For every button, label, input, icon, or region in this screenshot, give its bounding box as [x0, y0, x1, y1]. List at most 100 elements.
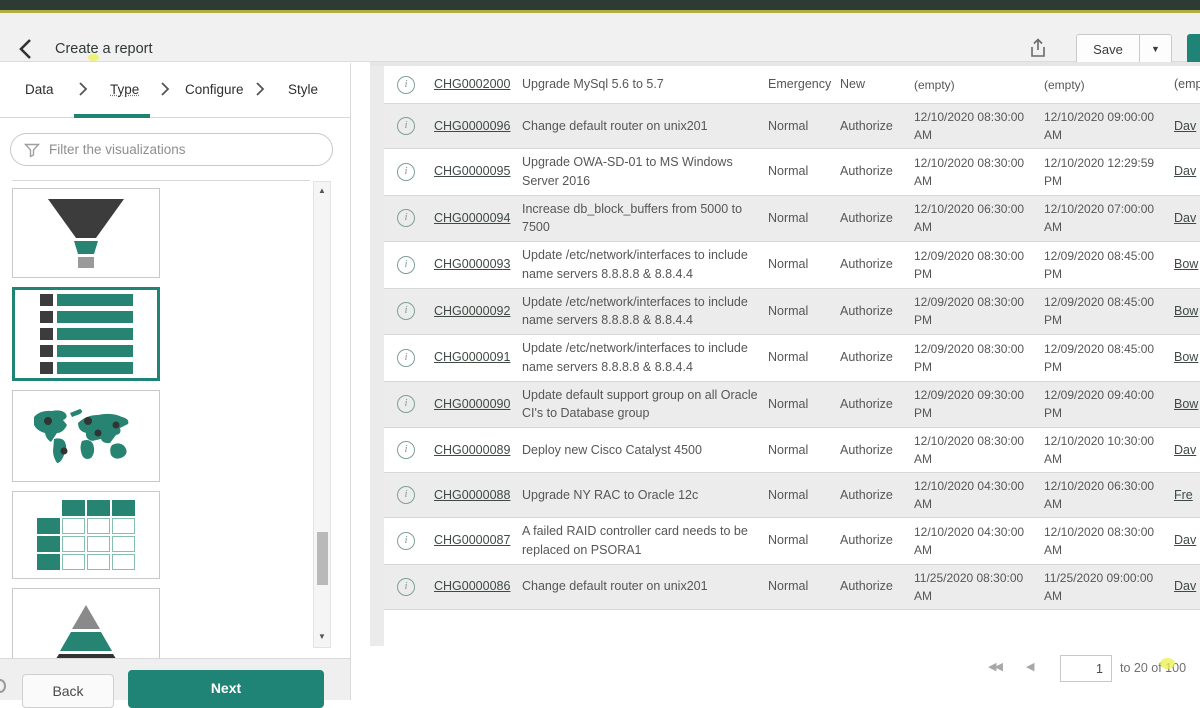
table-row: i CHG0000089 Deploy new Cisco Catalyst 4…	[384, 428, 1200, 473]
planned-end-cell: 12/09/2020 08:45:00 PM	[1044, 293, 1174, 329]
assigned-to-link[interactable]: Fre	[1174, 488, 1193, 502]
assigned-to-link[interactable]: Dav	[1174, 443, 1196, 457]
table-row: i CHG0000095 Upgrade OWA-SD-01 to MS Win…	[384, 149, 1200, 196]
pyramid-chart-icon	[38, 603, 134, 659]
visualization-list	[0, 180, 312, 658]
planned-start-cell: 12/09/2020 08:30:00 PM	[914, 340, 1044, 376]
info-icon[interactable]: i	[397, 578, 415, 596]
back-chevron-icon[interactable]	[16, 37, 38, 61]
heatmap-chart-icon	[37, 500, 135, 570]
chevron-right-icon	[255, 81, 265, 97]
table-pagination: ◀◀ ◀ to 20 of 100	[384, 652, 1190, 686]
step-configure[interactable]: Configure	[185, 82, 244, 97]
info-icon[interactable]: i	[397, 441, 415, 459]
change-number-link[interactable]: CHG0000087	[434, 533, 510, 547]
table-row: i CHG0000090 Update default support grou…	[384, 382, 1200, 429]
info-icon[interactable]: i	[397, 209, 415, 227]
info-icon[interactable]: i	[397, 302, 415, 320]
change-number-link[interactable]: CHG0000090	[434, 397, 510, 411]
assigned-to-link[interactable]: Dav	[1174, 211, 1196, 225]
assigned-to-link[interactable]: Dav	[1174, 119, 1196, 133]
planned-end-cell: 12/09/2020 08:45:00 PM	[1044, 247, 1174, 283]
change-number-link[interactable]: CHG0000096	[434, 119, 510, 133]
first-page-icon[interactable]: ◀◀	[988, 660, 1001, 673]
assigned-to-link[interactable]: Bow	[1174, 257, 1198, 271]
info-icon[interactable]: i	[397, 256, 415, 274]
planned-end-cell: 12/10/2020 12:29:59 PM	[1044, 154, 1174, 190]
planned-start-cell: (empty)	[914, 76, 1044, 94]
short-description-cell: Upgrade MySql 5.6 to 5.7	[522, 75, 768, 94]
viz-list-scrollbar[interactable]: ▲ ▼	[313, 181, 331, 648]
state-cell: New	[840, 75, 914, 94]
table-row: i CHG0000096 Change default router on un…	[384, 104, 1200, 149]
partial-primary-button[interactable]	[1187, 34, 1200, 65]
scrollbar-thumb[interactable]	[317, 532, 328, 585]
chevron-right-icon	[78, 81, 88, 97]
change-number-link[interactable]: CHG0000089	[434, 443, 510, 457]
assigned-to-link[interactable]: Dav	[1174, 579, 1196, 593]
active-step-indicator	[74, 114, 150, 118]
change-number-link[interactable]: CHG0000095	[434, 164, 510, 178]
viz-thumbnail-world-map-chart[interactable]	[12, 390, 160, 482]
short-description-cell: Upgrade OWA-SD-01 to MS Windows Server 2…	[522, 153, 768, 191]
viz-thumbnail-pyramid-chart[interactable]	[12, 588, 160, 658]
step-style[interactable]: Style	[288, 82, 318, 97]
partial-edge-icon	[0, 679, 6, 693]
step-data[interactable]: Data	[25, 82, 54, 97]
next-button[interactable]: Next	[128, 670, 324, 708]
assigned-to-link[interactable]: Bow	[1174, 397, 1198, 411]
state-cell: Authorize	[840, 348, 914, 367]
state-cell: Authorize	[840, 302, 914, 321]
state-cell: Authorize	[840, 531, 914, 550]
back-button[interactable]: Back	[22, 674, 114, 708]
change-number-link[interactable]: CHG0002000	[434, 77, 510, 91]
page-number-input[interactable]	[1060, 655, 1112, 682]
app-header: Create a report Save ▼	[0, 13, 1200, 62]
change-number-link[interactable]: CHG0000091	[434, 350, 510, 364]
info-icon[interactable]: i	[397, 117, 415, 135]
share-icon[interactable]	[1026, 37, 1050, 61]
short-description-cell: Increase db_block_buffers from 5000 to 7…	[522, 200, 768, 238]
info-icon[interactable]: i	[397, 163, 415, 181]
short-description-cell: Update /etc/network/interfaces to includ…	[522, 293, 768, 331]
step-type[interactable]: Type	[110, 82, 139, 97]
viz-thumbnail-list-chart[interactable]	[12, 287, 160, 381]
info-icon[interactable]: i	[397, 395, 415, 413]
planned-start-cell: 12/10/2020 04:30:00 AM	[914, 523, 1044, 559]
short-description-cell: A failed RAID controller card needs to b…	[522, 522, 768, 560]
info-icon[interactable]: i	[397, 486, 415, 504]
assigned-to-link[interactable]: Dav	[1174, 533, 1196, 547]
info-icon[interactable]: i	[397, 349, 415, 367]
change-request-table: i CHG0002000 Upgrade MySql 5.6 to 5.7 Em…	[384, 66, 1200, 610]
viz-thumbnail-funnel-chart[interactable]	[12, 188, 160, 278]
change-number-link[interactable]: CHG0000086	[434, 579, 510, 593]
assigned-to-link[interactable]: Bow	[1174, 304, 1198, 318]
planned-start-cell: 12/10/2020 08:30:00 AM	[914, 432, 1044, 468]
funnel-chart-icon	[38, 196, 134, 270]
caret-down-icon: ▼	[1151, 44, 1160, 54]
report-wizard-panel: Data Type Configure Style	[0, 63, 351, 700]
filter-visualizations-input[interactable]	[49, 135, 324, 164]
info-icon[interactable]: i	[397, 532, 415, 550]
browser-top-bar	[0, 0, 1200, 10]
change-number-link[interactable]: CHG0000094	[434, 211, 510, 225]
previous-page-icon[interactable]: ◀	[1026, 660, 1032, 673]
visualization-filter	[10, 133, 333, 166]
assigned-to-link[interactable]: Bow	[1174, 350, 1198, 364]
assigned-to-link[interactable]: Dav	[1174, 164, 1196, 178]
save-menu-button[interactable]: ▼	[1139, 34, 1172, 65]
page-range-text: to 20 of 100	[1120, 661, 1186, 675]
change-number-link[interactable]: CHG0000092	[434, 304, 510, 318]
info-icon[interactable]: i	[397, 76, 415, 94]
planned-start-cell: 12/10/2020 04:30:00 AM	[914, 477, 1044, 513]
short-description-cell: Upgrade NY RAC to Oracle 12c	[522, 486, 768, 505]
change-number-link[interactable]: CHG0000088	[434, 488, 510, 502]
filter-funnel-icon	[24, 142, 40, 158]
viz-thumbnail-heatmap-chart[interactable]	[12, 491, 160, 579]
short-description-cell: Update default support group on all Orac…	[522, 386, 768, 424]
priority-cell: Normal	[768, 348, 840, 367]
change-number-link[interactable]: CHG0000093	[434, 257, 510, 271]
save-button[interactable]: Save	[1076, 34, 1140, 65]
scroll-down-icon[interactable]: ▼	[314, 632, 330, 641]
scroll-up-icon[interactable]: ▲	[314, 186, 330, 195]
